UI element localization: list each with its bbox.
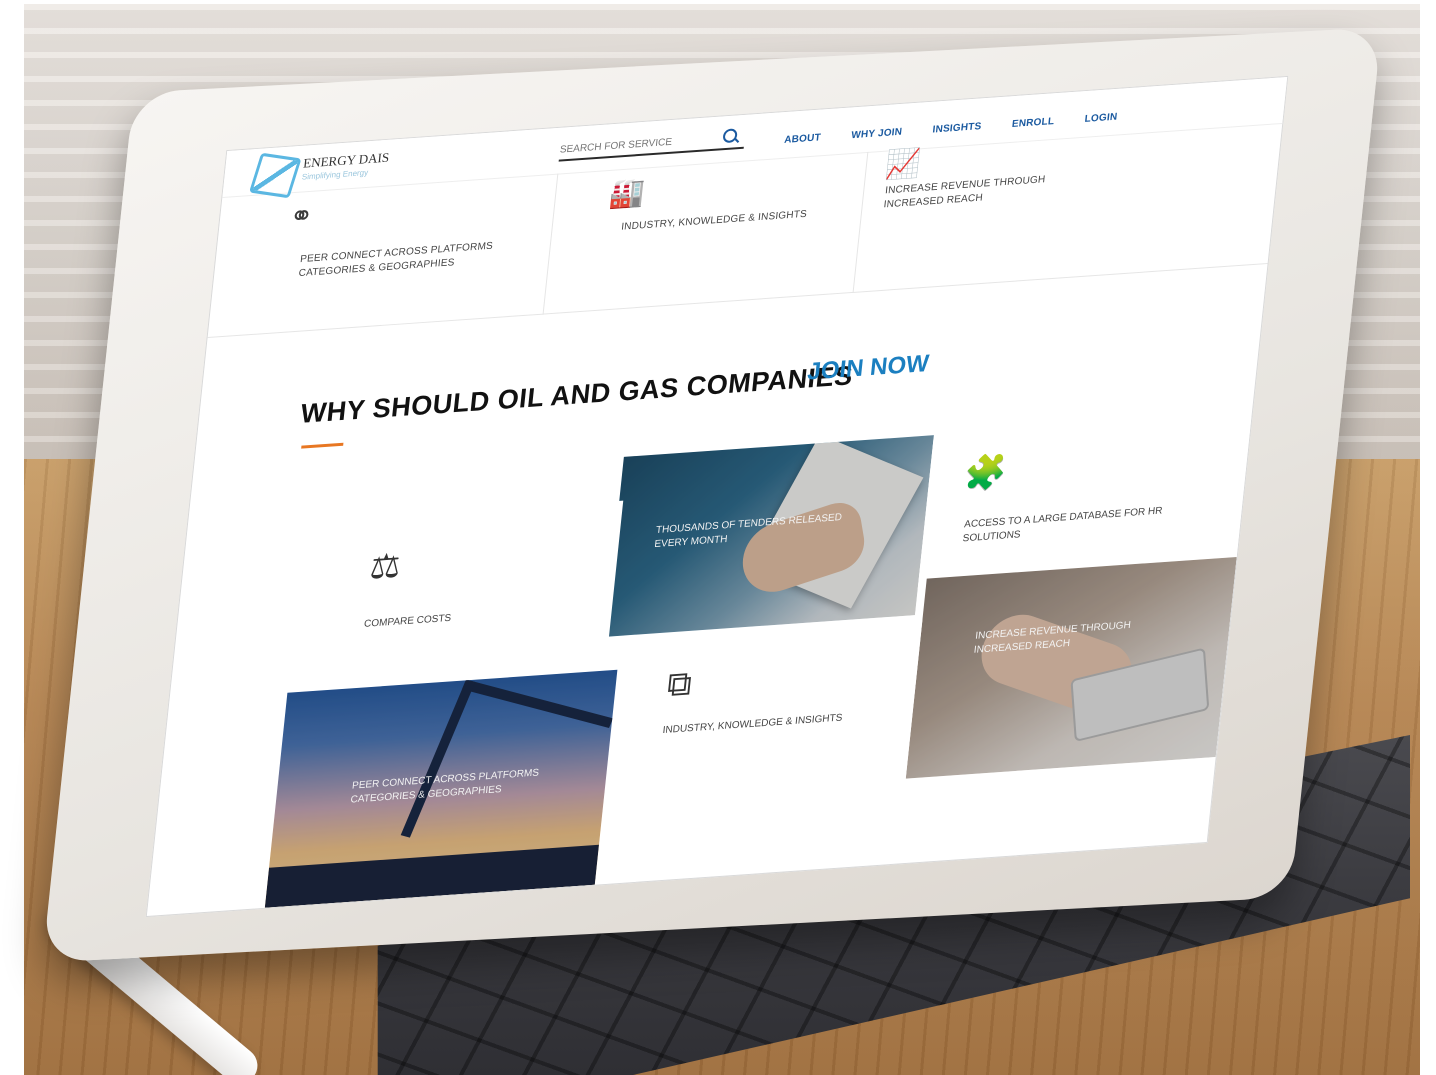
tile-peer-connect[interactable]: PEER CONNECT ACROSS PLATFORMS CATEGORIES… [264, 669, 618, 908]
feature-label: INDUSTRY, KNOWLEDGE & INSIGHTS [620, 208, 808, 233]
tile-increase-revenue[interactable]: INCREASE REVENUE THROUGH INCREASED REACH [905, 556, 1237, 779]
scales-icon: ⚖ [368, 546, 403, 587]
tile-label: ACCESS TO A LARGE DATABASE FOR HR SOLUTI… [962, 505, 1163, 545]
nav-login[interactable]: LOGIN [1084, 112, 1118, 125]
why-heading: WHY SHOULD OIL AND GAS COMPANIES [299, 360, 855, 429]
puzzle-icon: 🧩 [962, 452, 1009, 494]
feature-revenue[interactable]: 📈 INCREASE REVENUE THROUGH INCREASED REA… [852, 122, 1283, 293]
feature-peer-connect[interactable]: ⚭ PEER CONNECT ACROSS PLATFORMS CATEGORI… [207, 173, 559, 339]
nav-insights[interactable]: INSIGHTS [932, 121, 982, 135]
network-nodes-icon: ⚭ [288, 199, 315, 233]
factory-icon: 🏭 [608, 176, 647, 210]
search-input[interactable] [559, 132, 711, 158]
feature-label: PEER CONNECT ACROSS PLATFORMS CATEGORIES… [298, 240, 494, 280]
tile-tenders[interactable]: THOUSANDS OF TENDERS RELEASED EVERY MONT… [604, 435, 934, 637]
tile-industry-knowledge[interactable]: ⧉ INDUSTRY, KNOWLEDGE & INSIGHTS [601, 618, 923, 840]
tile-label: INDUSTRY, KNOWLEDGE & INSIGHTS [662, 712, 843, 737]
search-bar [558, 126, 746, 162]
nav-enroll[interactable]: ENROLL [1011, 116, 1054, 130]
heading-underline [301, 442, 344, 449]
feature-industry[interactable]: 🏭 INDUSTRY, KNOWLEDGE & INSIGHTS [542, 151, 869, 315]
search-icon[interactable] [722, 128, 738, 144]
tile-label: COMPARE COSTS [363, 612, 452, 630]
tablet-screen: ENERGY DAIS Simplifying Energy ABOUT WHY… [145, 75, 1289, 918]
brand-name[interactable]: ENERGY DAIS [302, 150, 390, 172]
nav-why-join[interactable]: WHY JOIN [851, 127, 903, 142]
join-now-link[interactable]: JOIN NOW [806, 350, 930, 386]
nav-about[interactable]: ABOUT [784, 132, 822, 146]
growth-chart-icon: 📈 [884, 147, 923, 181]
hierarchy-icon: ⧉ [665, 664, 694, 705]
